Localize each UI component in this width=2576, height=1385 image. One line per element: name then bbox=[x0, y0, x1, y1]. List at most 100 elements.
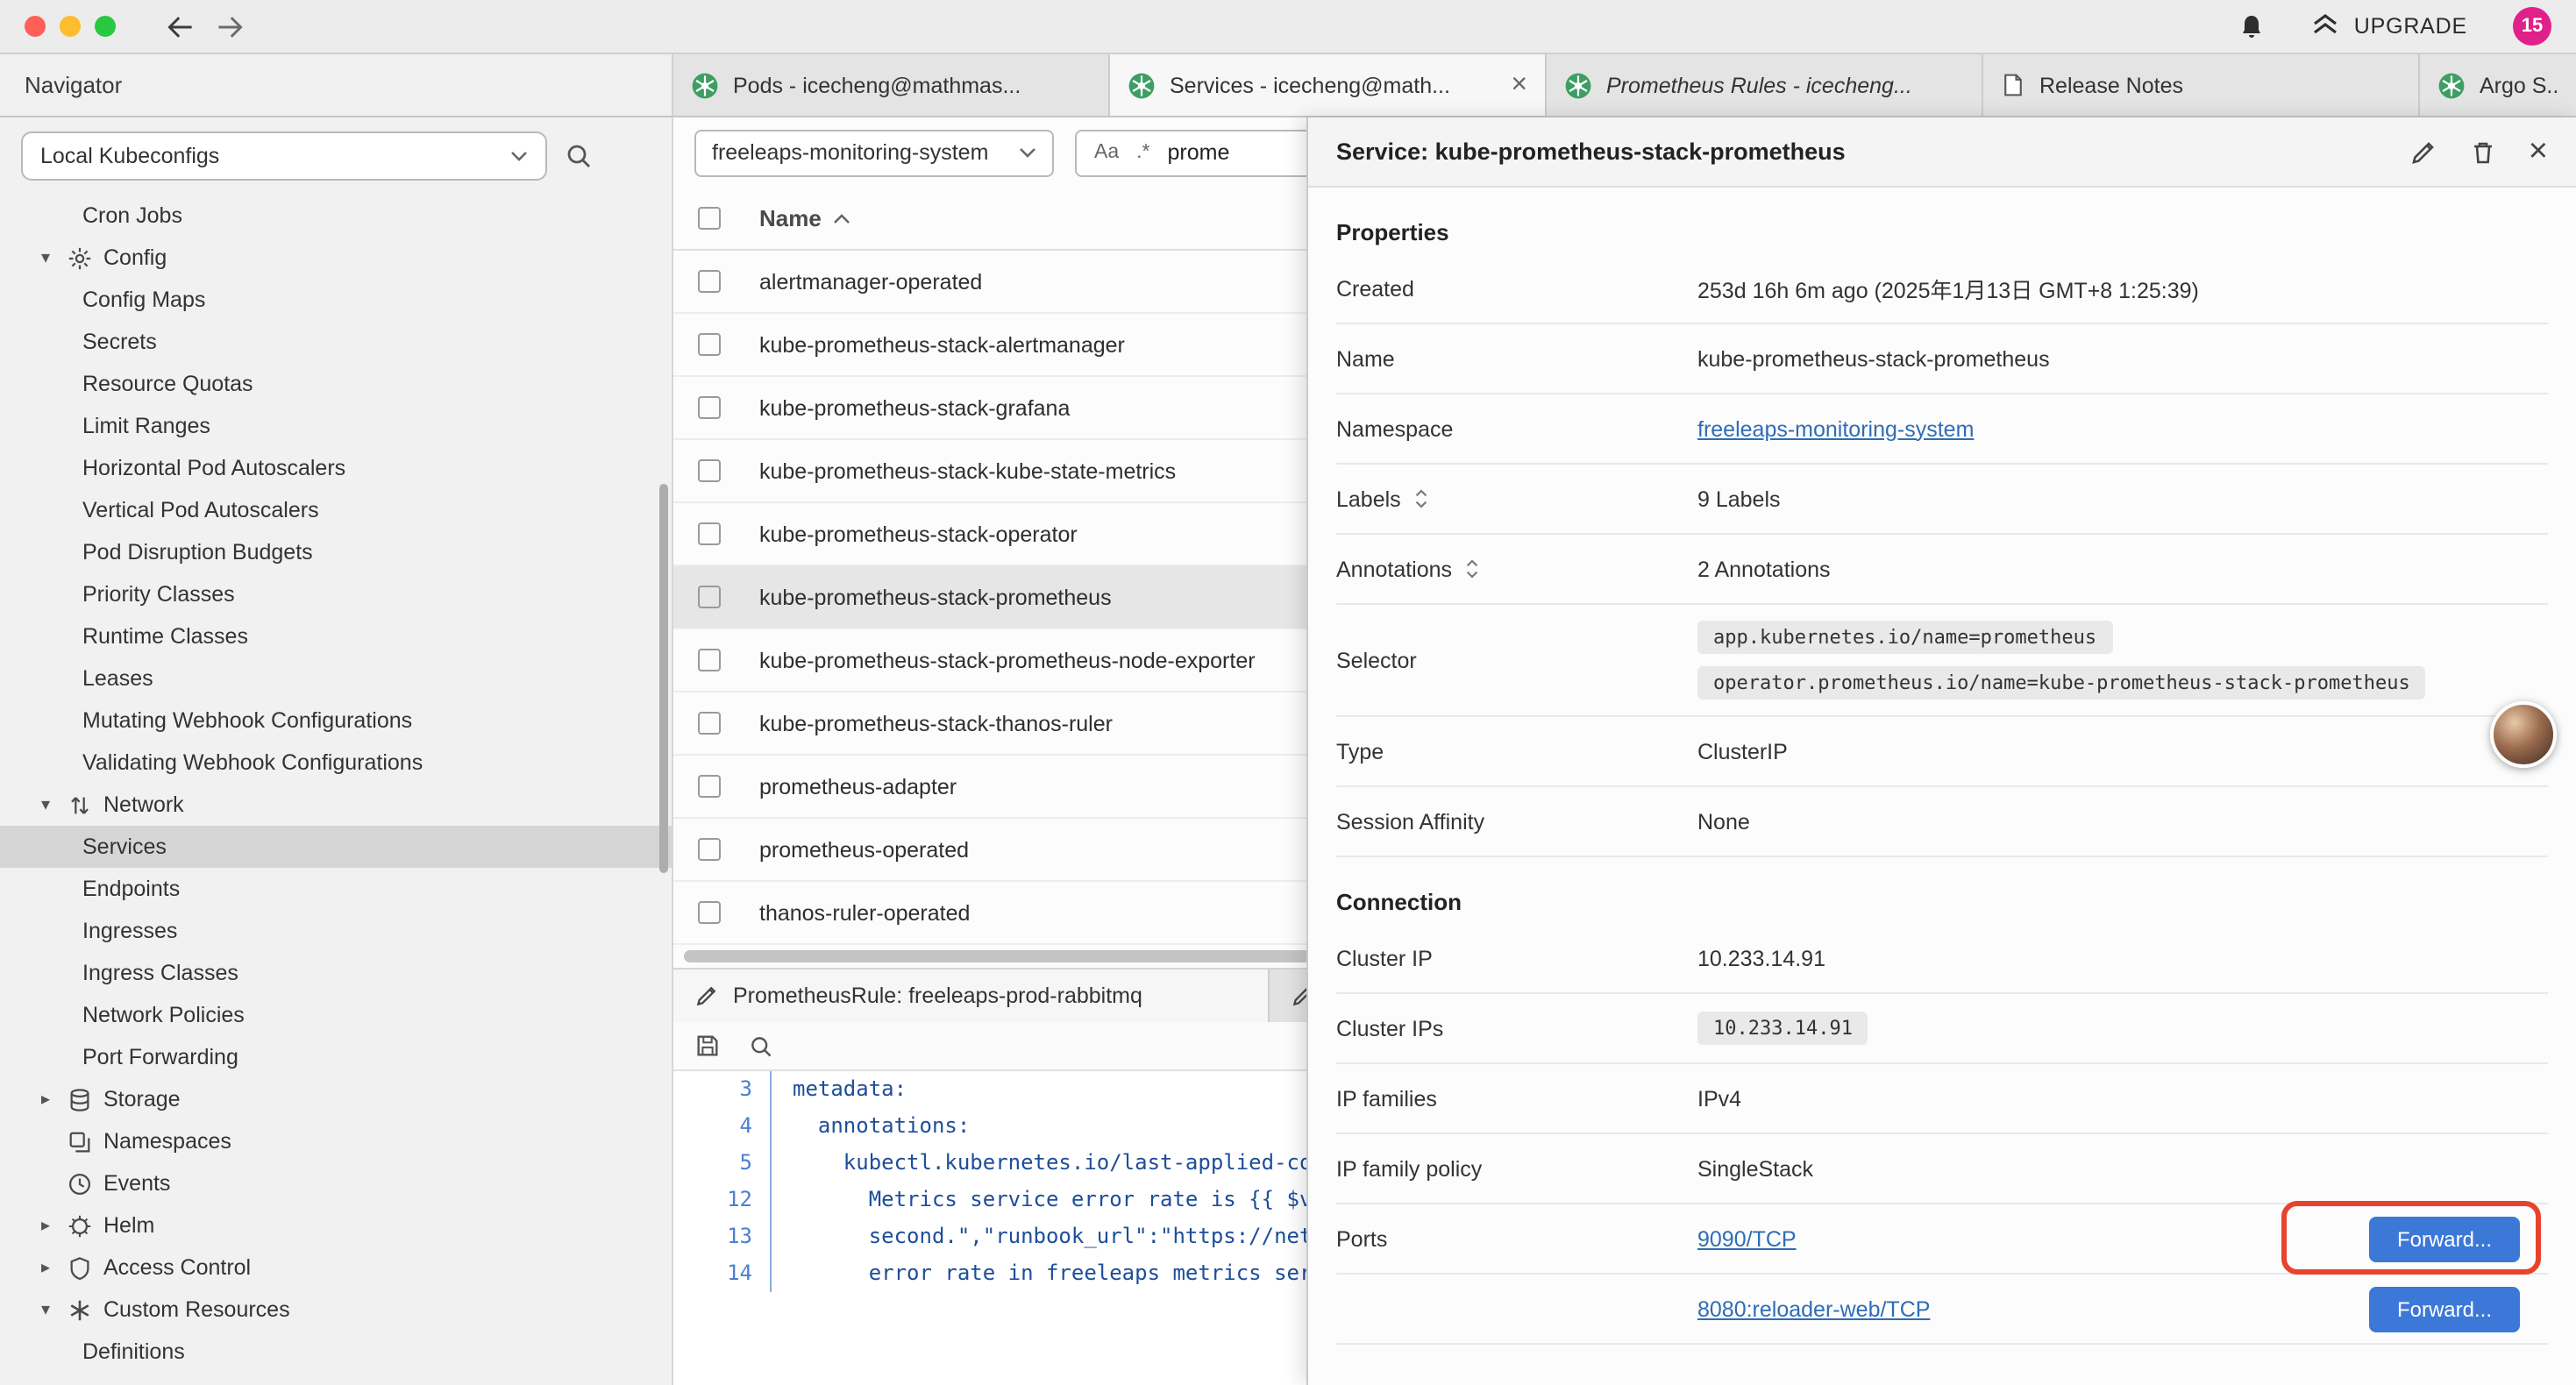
sidebar-item-network-policies[interactable]: Network Policies bbox=[0, 994, 672, 1036]
save-icon[interactable] bbox=[694, 1033, 721, 1059]
titlebar: UPGRADE 15 bbox=[0, 0, 2576, 54]
document-icon bbox=[2001, 72, 2025, 98]
sidebar-item-vertical-pod-autoscalers[interactable]: Vertical Pod Autoscalers bbox=[0, 489, 672, 531]
row-checkbox[interactable] bbox=[698, 270, 721, 293]
service-name: kube-prometheus-stack-prometheus-node-ex… bbox=[759, 648, 1256, 672]
namespace-selector[interactable]: freeleaps-monitoring-system bbox=[694, 129, 1054, 176]
tab-pods-icecheng-mathmas[interactable]: Pods - icecheng@mathmas... bbox=[673, 54, 1110, 116]
sidebar-item-endpoints[interactable]: Endpoints bbox=[0, 868, 672, 910]
forward-button[interactable] bbox=[214, 13, 246, 39]
service-name: kube-prometheus-stack-alertmanager bbox=[759, 332, 1125, 357]
select-all-checkbox[interactable] bbox=[698, 207, 721, 230]
sidebar-item-runtime-classes[interactable]: Runtime Classes bbox=[0, 615, 672, 657]
sidebar-scrollbar[interactable] bbox=[659, 484, 668, 873]
row-checkbox[interactable] bbox=[698, 522, 721, 545]
trash-icon[interactable] bbox=[2469, 138, 2497, 166]
upgrade-button[interactable]: UPGRADE bbox=[2312, 12, 2467, 40]
gear-icon bbox=[67, 245, 93, 271]
tab-label: Prometheus Rules - icecheng... bbox=[1606, 73, 1964, 97]
edit-icon[interactable] bbox=[2409, 138, 2437, 166]
name-column-header[interactable]: Name bbox=[759, 205, 851, 231]
row-checkbox[interactable] bbox=[698, 649, 721, 671]
sidebar-item-label: Namespaces bbox=[103, 1129, 231, 1154]
detail-label: IP families bbox=[1336, 1086, 1697, 1111]
sidebar-item-resource-quotas[interactable]: Resource Quotas bbox=[0, 363, 672, 405]
notifications-bell-icon[interactable] bbox=[2238, 12, 2266, 40]
sidebar-item-config[interactable]: ▾Config bbox=[0, 237, 672, 279]
sidebar-item-limit-ranges[interactable]: Limit Ranges bbox=[0, 405, 672, 447]
tab-release-notes[interactable]: Release Notes bbox=[1983, 54, 2420, 116]
port-link[interactable]: 9090/TCP bbox=[1697, 1226, 1797, 1251]
search-icon[interactable] bbox=[565, 142, 593, 170]
close-window-button[interactable] bbox=[25, 16, 46, 37]
row-checkbox[interactable] bbox=[698, 333, 721, 356]
layers-icon bbox=[67, 1128, 93, 1154]
sidebar-item-ingress-classes[interactable]: Ingress Classes bbox=[0, 952, 672, 994]
match-case-toggle[interactable]: Aa bbox=[1094, 142, 1119, 163]
shield-icon bbox=[67, 1254, 93, 1281]
tab-prometheus-rules-icecheng[interactable]: Prometheus Rules - icecheng... bbox=[1547, 54, 1983, 116]
sidebar-item-port-forwarding[interactable]: Port Forwarding bbox=[0, 1036, 672, 1078]
sidebar-item-events[interactable]: Events bbox=[0, 1162, 672, 1204]
namespace-link[interactable]: freeleaps-monitoring-system bbox=[1697, 416, 1974, 441]
port-link[interactable]: 8080:reloader-web/TCP bbox=[1697, 1296, 1930, 1321]
details-drawer: Service: kube-prometheus-stack-prometheu… bbox=[1306, 117, 2576, 1385]
line-number: 14 bbox=[673, 1255, 772, 1292]
row-checkbox[interactable] bbox=[698, 459, 721, 482]
port-forward-button[interactable]: Forward... bbox=[2369, 1216, 2520, 1261]
row-checkbox[interactable] bbox=[698, 901, 721, 924]
sidebar-item-cron-jobs[interactable]: Cron Jobs bbox=[0, 195, 672, 237]
sidebar-item-label: Events bbox=[103, 1171, 170, 1196]
tab-services-icecheng-math[interactable]: Services - icecheng@math...× bbox=[1110, 54, 1547, 116]
sidebar-item-secrets[interactable]: Secrets bbox=[0, 321, 672, 363]
sidebar-item-config-maps[interactable]: Config Maps bbox=[0, 279, 672, 321]
sidebar-item-ingresses[interactable]: Ingresses bbox=[0, 910, 672, 952]
service-name: kube-prometheus-stack-grafana bbox=[759, 395, 1070, 420]
tab-close-icon[interactable]: × bbox=[1511, 71, 1527, 99]
expand-collapse-icon[interactable] bbox=[1413, 487, 1429, 510]
sidebar-item-priority-classes[interactable]: Priority Classes bbox=[0, 573, 672, 615]
kubeconfig-selector[interactable]: Local Kubeconfigs bbox=[21, 131, 547, 181]
detail-label: Session Affinity bbox=[1336, 809, 1697, 834]
expand-collapse-icon[interactable] bbox=[1464, 558, 1480, 580]
detail-row-created: Created253d 16h 6m ago (2025年1月13日 GMT+8… bbox=[1336, 254, 2548, 324]
tab-argo-s[interactable]: Argo S... bbox=[2420, 54, 2576, 116]
sidebar: Local Kubeconfigs Cron Jobs▾ConfigConfig… bbox=[0, 117, 673, 1385]
sidebar-item-label: Secrets bbox=[82, 330, 157, 354]
sidebar-item-access-control[interactable]: ▸Access Control bbox=[0, 1246, 672, 1289]
sidebar-item-label: Ingress Classes bbox=[82, 961, 238, 985]
row-checkbox[interactable] bbox=[698, 838, 721, 861]
notification-count-badge[interactable]: 15 bbox=[2513, 7, 2551, 46]
row-checkbox[interactable] bbox=[698, 712, 721, 735]
sidebar-item-pod-disruption-budgets[interactable]: Pod Disruption Budgets bbox=[0, 531, 672, 573]
sidebar-item-horizontal-pod-autoscalers[interactable]: Horizontal Pod Autoscalers bbox=[0, 447, 672, 489]
detail-value: IPv4 bbox=[1697, 1086, 2548, 1111]
regex-toggle[interactable]: .* bbox=[1136, 142, 1149, 163]
dock-tab-prometheusrule[interactable]: PrometheusRule: freeleaps-prod-rabbitmq bbox=[673, 970, 1270, 1022]
sidebar-item-services[interactable]: Services bbox=[0, 826, 672, 868]
row-checkbox[interactable] bbox=[698, 775, 721, 798]
tab-label: Release Notes bbox=[2039, 73, 2401, 97]
row-checkbox[interactable] bbox=[698, 396, 721, 419]
sidebar-item-validating-webhook-configurations[interactable]: Validating Webhook Configurations bbox=[0, 742, 672, 784]
back-button[interactable] bbox=[165, 13, 196, 39]
editor-search-icon[interactable] bbox=[749, 1033, 773, 1058]
sidebar-item-label: Definitions bbox=[82, 1339, 185, 1364]
code-text: metadata: bbox=[772, 1071, 907, 1108]
sidebar-item-namespaces[interactable]: Namespaces bbox=[0, 1120, 672, 1162]
sidebar-item-leases[interactable]: Leases bbox=[0, 657, 672, 700]
value-badge: app.kubernetes.io/name=prometheus bbox=[1697, 621, 2112, 654]
close-icon[interactable]: × bbox=[2529, 135, 2548, 168]
row-checkbox[interactable] bbox=[698, 586, 721, 608]
sidebar-item-custom-resources[interactable]: ▾Custom Resources bbox=[0, 1289, 672, 1331]
navigator-panel-header: Navigator bbox=[0, 54, 673, 116]
sidebar-item-definitions[interactable]: Definitions bbox=[0, 1331, 672, 1373]
sidebar-item-helm[interactable]: ▸Helm bbox=[0, 1204, 672, 1246]
sidebar-item-mutating-webhook-configurations[interactable]: Mutating Webhook Configurations bbox=[0, 700, 672, 742]
sidebar-item-storage[interactable]: ▸Storage bbox=[0, 1078, 672, 1120]
maximize-window-button[interactable] bbox=[95, 16, 116, 37]
port-forward-button[interactable]: Forward... bbox=[2369, 1286, 2520, 1332]
search-query-text: prome bbox=[1168, 140, 1230, 165]
minimize-window-button[interactable] bbox=[60, 16, 81, 37]
sidebar-item-network[interactable]: ▾Network bbox=[0, 784, 672, 826]
